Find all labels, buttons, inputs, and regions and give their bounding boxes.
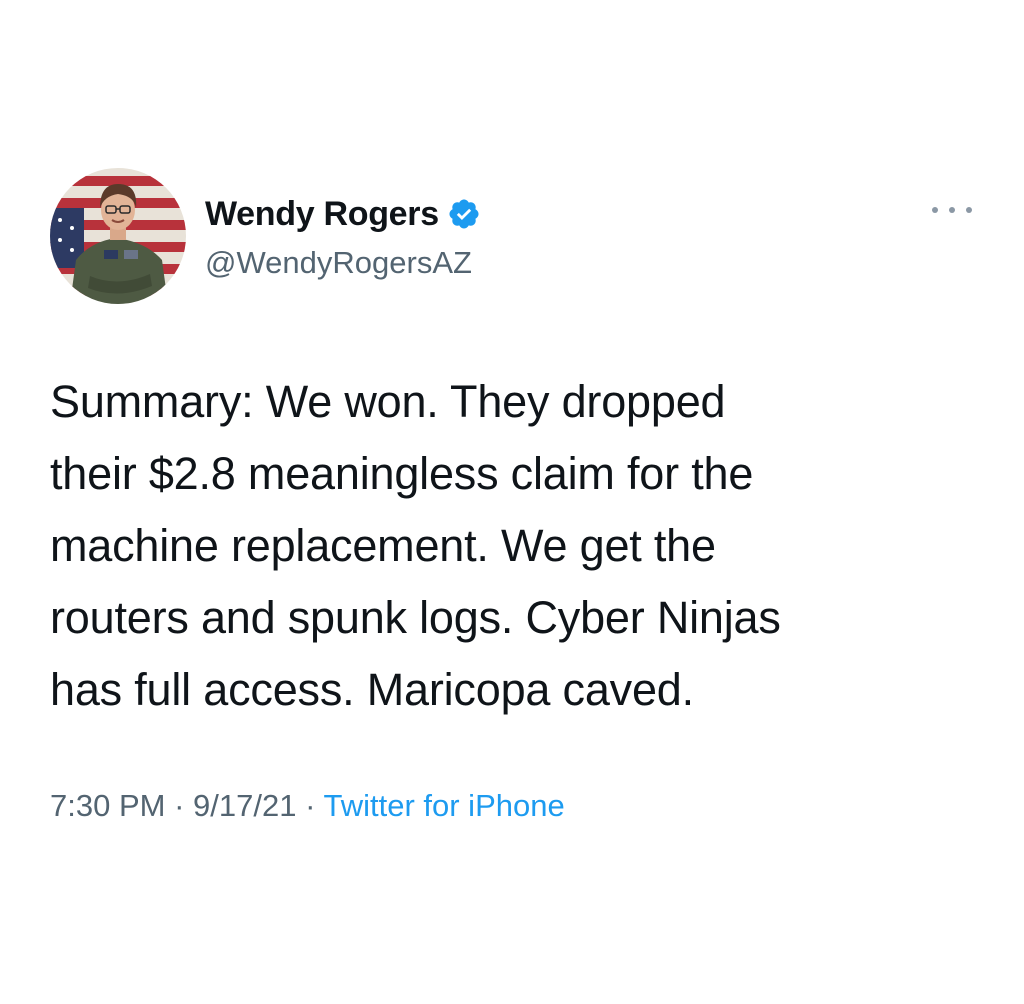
tweet-text: Summary: We won. They dropped their $2.8… (50, 366, 990, 726)
separator-dot: · (305, 788, 316, 823)
tweet-text-line: machine replacement. We get the (50, 520, 716, 571)
separator-dot: · (174, 788, 185, 823)
tweet-date[interactable]: 9/17/21 (193, 788, 296, 823)
tweet-card: Wendy Rogers @WendyRogersAZ Summary: We … (0, 0, 1024, 1004)
display-name[interactable]: Wendy Rogers (205, 192, 439, 236)
user-handle[interactable]: @WendyRogersAZ (205, 243, 472, 283)
user-name-row: Wendy Rogers (205, 192, 481, 236)
tweet-metadata: 7:30 PM · 9/17/21 · Twitter for iPhone (50, 784, 565, 828)
more-options-icon[interactable] (932, 200, 972, 220)
tweet-time[interactable]: 7:30 PM (50, 788, 165, 823)
avatar-image (50, 168, 186, 304)
tweet-text-line: their $2.8 meaningless claim for the (50, 448, 754, 499)
tweet-source-link[interactable]: Twitter for iPhone (323, 788, 564, 823)
tweet-text-line: routers and spunk logs. Cyber Ninjas (50, 592, 781, 643)
avatar[interactable] (50, 168, 186, 304)
verified-badge-icon (447, 197, 481, 231)
tweet-text-line: has full access. Maricopa caved. (50, 664, 694, 715)
tweet-text-line: Summary: We won. They dropped (50, 376, 726, 427)
